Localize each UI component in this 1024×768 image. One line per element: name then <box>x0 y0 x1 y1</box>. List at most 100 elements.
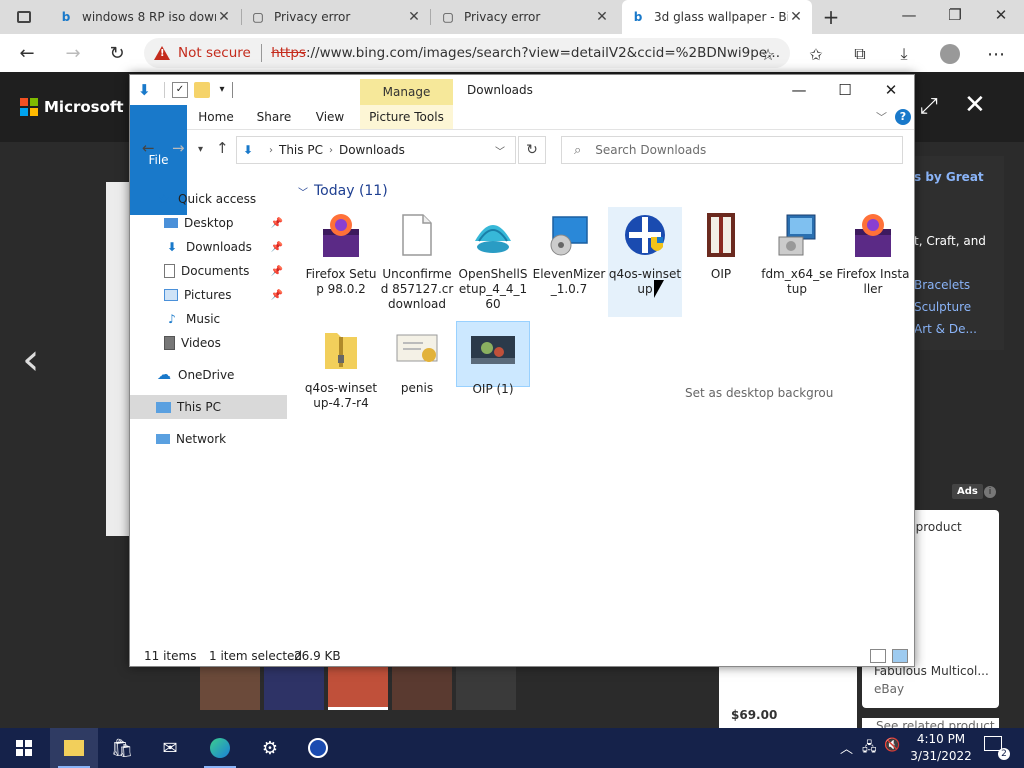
security-status[interactable]: Not secure <box>178 45 251 61</box>
expand-ribbon-icon[interactable]: ﹀ <box>876 109 887 125</box>
previous-image-icon[interactable]: ‹ <box>22 334 40 385</box>
properties-icon[interactable]: ✓ <box>172 82 188 98</box>
chevron-down-icon[interactable]: ﹀ <box>495 143 505 158</box>
expand-icon[interactable]: ⤢ <box>920 94 938 119</box>
file-item[interactable]: Firefox Installer <box>836 207 910 317</box>
tab-privacy-error-1[interactable]: ▢ Privacy error ✕ <box>242 0 430 34</box>
file-item[interactable]: fdm_x64_setup <box>760 207 834 317</box>
file-item-hovered[interactable]: q4os-winsetup <box>608 207 682 317</box>
sidebar-item-music[interactable]: ♪ Music <box>130 307 287 331</box>
details-view-button[interactable] <box>870 649 886 663</box>
taskbar-q4os-setup[interactable] <box>294 728 342 768</box>
image-thumbnail-icon <box>471 336 515 364</box>
chevron-up-icon[interactable]: ︿ <box>840 738 853 757</box>
browser-close-button[interactable]: ✕ <box>978 0 1024 30</box>
thumbnail-selected[interactable] <box>328 666 388 710</box>
taskbar-settings[interactable]: ⚙ <box>246 728 294 768</box>
close-button[interactable]: ✕ <box>868 75 914 105</box>
panel-link-bracelets[interactable]: Bracelets <box>914 278 970 292</box>
taskbar-file-explorer[interactable] <box>50 728 98 768</box>
back-button[interactable]: ← <box>142 139 155 157</box>
sidebar-item-onedrive[interactable]: ☁ OneDrive <box>130 363 287 387</box>
speaker-muted-icon[interactable]: 🔇 <box>884 738 900 753</box>
close-tab-icon[interactable]: ✕ <box>594 9 610 25</box>
forward-button[interactable]: → <box>172 139 185 157</box>
tab-view[interactable]: View <box>308 105 352 129</box>
price-card[interactable]: $69.00 <box>719 666 857 728</box>
sidebar-item-this-pc[interactable]: This PC <box>130 395 287 419</box>
new-tab-button[interactable]: + <box>816 0 846 34</box>
taskbar-edge[interactable] <box>196 728 244 768</box>
sidebar-item-quick-access[interactable]: ★ Quick access <box>130 187 287 211</box>
panel-link-sculpture[interactable]: Sculpture <box>914 300 971 314</box>
add-favorite-button[interactable]: ☆ <box>754 40 782 68</box>
sidebar-item-downloads[interactable]: ⬇ Downloads 📌 <box>130 235 287 259</box>
breadcrumb-downloads[interactable]: Downloads <box>339 143 405 157</box>
tab-picture-tools[interactable]: Picture Tools <box>360 105 453 129</box>
tab-privacy-error-2[interactable]: ▢ Privacy error ✕ <box>432 0 618 34</box>
tab-actions-button[interactable] <box>8 0 40 34</box>
manage-tab[interactable]: Manage <box>360 79 453 105</box>
minimize-button[interactable]: — <box>776 75 822 105</box>
thumbnail[interactable] <box>456 666 516 710</box>
file-item[interactable]: penis <box>380 321 454 431</box>
notifications-button[interactable]: 2 <box>984 736 1010 760</box>
large-icons-view-button[interactable] <box>892 649 908 663</box>
tab-windows8[interactable]: b windows 8 RP iso downlo ✕ <box>50 0 240 34</box>
customize-quick-access-icon[interactable]: ▾ <box>214 82 230 98</box>
sidebar-item-desktop[interactable]: Desktop 📌 <box>130 211 287 235</box>
start-button[interactable] <box>0 728 48 768</box>
forward-button[interactable]: → <box>58 39 88 67</box>
recent-locations-button[interactable]: ▾ <box>198 144 203 155</box>
tab-3d-glass[interactable]: b 3d glass wallpaper - Bin ✕ <box>622 0 812 34</box>
file-item[interactable]: q4os-winsetup-4.7-r4 <box>304 321 378 431</box>
store-icon: 🛍 <box>110 737 134 759</box>
browser-restore-button[interactable]: ❐ <box>932 0 978 30</box>
breadcrumb-this-pc[interactable]: This PC <box>279 143 323 157</box>
file-item-selected[interactable]: OIP (1) <box>456 321 530 396</box>
taskbar-mail[interactable]: ✉ <box>146 728 194 768</box>
thumbnail[interactable] <box>200 666 260 710</box>
panel-link-art[interactable]: Art & De... <box>914 322 977 336</box>
favorites-button[interactable]: ✩ <box>802 40 830 68</box>
sidebar-item-pictures[interactable]: Pictures 📌 <box>130 283 287 307</box>
panel-title[interactable]: s by Great <box>914 170 984 184</box>
profile-button[interactable] <box>936 40 964 68</box>
favorites-icon: ✩ <box>809 44 823 64</box>
sidebar-item-videos[interactable]: Videos <box>130 331 287 355</box>
file-item[interactable]: Firefox Setup 98.0.2 <box>304 207 378 317</box>
address-bar[interactable]: ⬇ › This PC › Downloads ﹀ <box>236 136 516 164</box>
file-item[interactable]: Unconfirmed 857127.crdownload <box>380 207 454 317</box>
refresh-button[interactable]: ↻ <box>102 39 132 67</box>
file-item[interactable]: OpenShellSetup_4_4_160 <box>456 207 530 317</box>
thumbnail[interactable] <box>264 666 324 710</box>
sidebar-item-documents[interactable]: Documents 📌 <box>130 259 287 283</box>
tab-home[interactable]: Home <box>192 105 240 129</box>
refresh-button[interactable]: ↻ <box>518 136 546 164</box>
close-tab-icon[interactable]: ✕ <box>406 9 422 25</box>
browser-minimize-button[interactable]: — <box>886 0 932 30</box>
help-icon[interactable]: ? <box>895 109 911 125</box>
close-viewer-icon[interactable]: ✕ <box>964 90 986 120</box>
maximize-button[interactable]: ☐ <box>822 75 868 105</box>
info-icon[interactable]: i <box>984 486 996 498</box>
taskbar-store[interactable]: 🛍 <box>98 728 146 768</box>
downloads-button[interactable]: ⤓ <box>890 40 918 68</box>
thumbnail[interactable] <box>392 666 452 710</box>
search-input[interactable]: ⌕ Search Downloads <box>561 136 903 164</box>
file-item[interactable]: OIP <box>684 207 758 317</box>
collections-button[interactable]: ⧉ <box>846 40 874 68</box>
clock[interactable]: 4:10 PM 3/31/2022 <box>907 731 975 765</box>
up-button[interactable]: ↑ <box>216 139 229 157</box>
sidebar-item-network[interactable]: Network <box>130 427 287 451</box>
back-button[interactable]: ← <box>12 39 42 67</box>
network-icon[interactable]: 🖧 <box>862 738 877 760</box>
tab-share[interactable]: Share <box>250 105 298 129</box>
new-folder-icon[interactable] <box>194 82 210 98</box>
close-tab-icon[interactable]: ✕ <box>216 9 232 25</box>
url-bar[interactable]: Not secure https ://www.bing.com/images/… <box>144 38 790 68</box>
file-item[interactable]: ElevenMizer_1.0.7 <box>532 207 606 317</box>
close-tab-icon[interactable]: ✕ <box>788 9 804 25</box>
settings-more-button[interactable]: ⋯ <box>982 40 1010 68</box>
group-header-today[interactable]: ﹀ Today (11) <box>298 183 388 199</box>
